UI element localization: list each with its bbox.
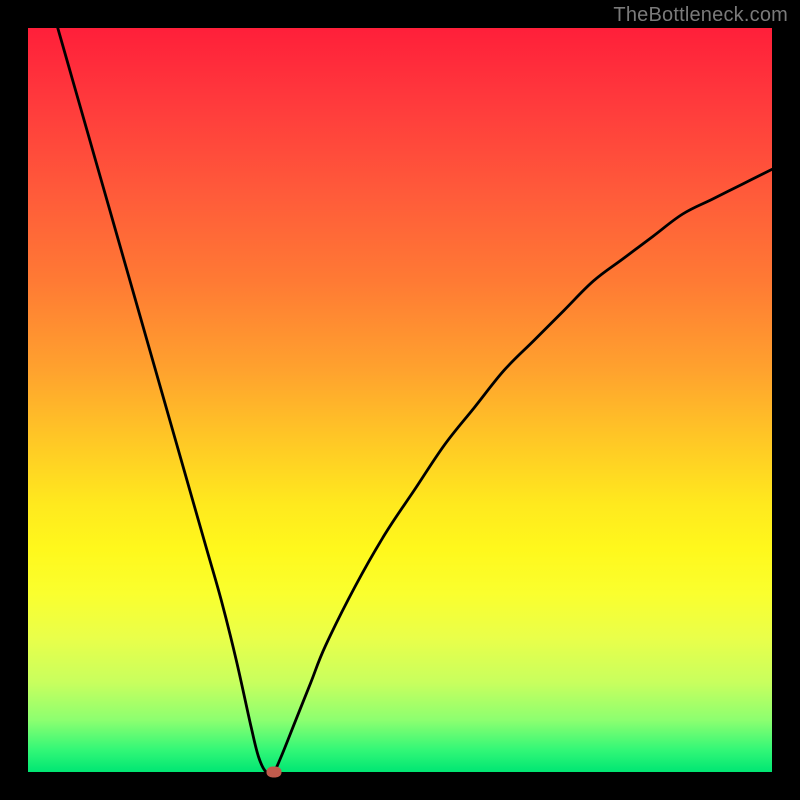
chart-frame: TheBottleneck.com bbox=[0, 0, 800, 800]
plot-area bbox=[28, 28, 772, 772]
minimum-marker bbox=[266, 767, 281, 778]
bottleneck-curve bbox=[28, 28, 772, 772]
watermark-text: TheBottleneck.com bbox=[613, 4, 788, 27]
